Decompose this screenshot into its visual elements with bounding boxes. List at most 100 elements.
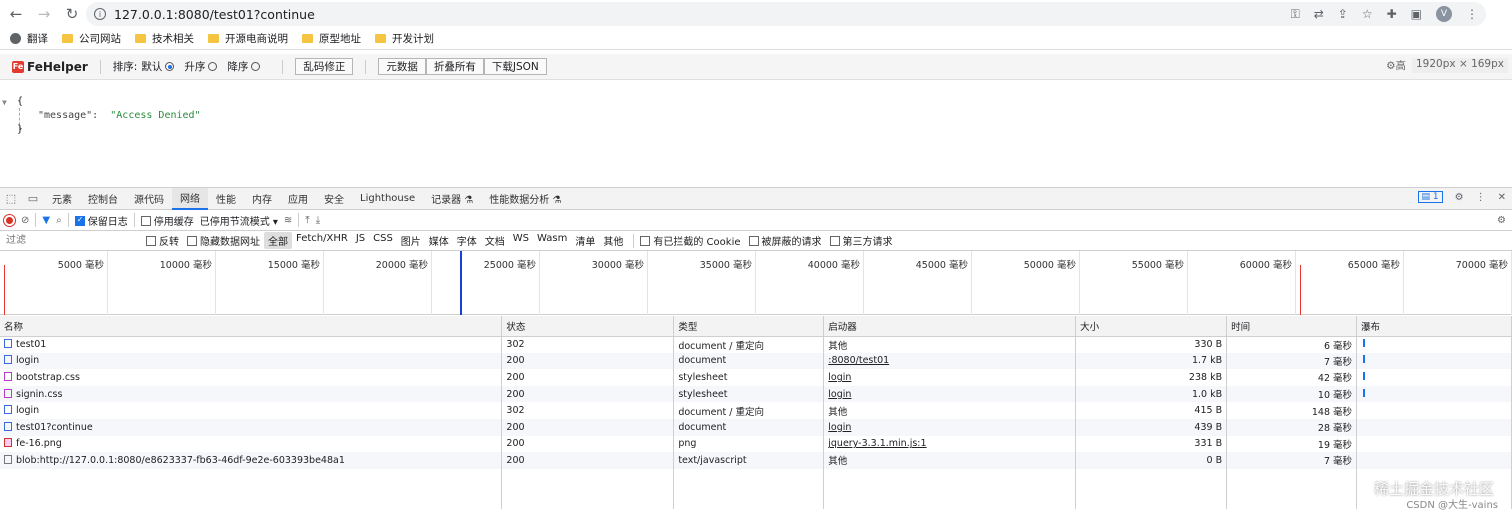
filter-type[interactable]: WS bbox=[509, 232, 533, 249]
blocked-cookies-checkbox[interactable]: 有已拦截的 Cookie bbox=[640, 233, 741, 248]
table-row[interactable]: test01 302 document / 重定向 其他 330 B 6 毫秒 bbox=[0, 336, 1512, 353]
star-icon[interactable]: ☆ bbox=[1362, 7, 1373, 21]
devtools-tab[interactable]: 应用 bbox=[280, 188, 316, 210]
settings-icon[interactable]: ⚙ bbox=[1455, 192, 1464, 203]
issues-badge[interactable]: ▤ 1 bbox=[1417, 191, 1443, 203]
network-overview[interactable]: 5000 毫秒 10000 毫秒 15000 毫秒 20000 毫秒 25000 毫秒 3… bbox=[0, 251, 1512, 315]
filter-type[interactable]: JS bbox=[352, 232, 369, 249]
sort-default[interactable]: 默认 bbox=[141, 59, 162, 74]
sort-asc-radio[interactable] bbox=[208, 62, 218, 71]
devtools-tab[interactable]: 安全 bbox=[316, 188, 352, 210]
collapse-triangle-icon[interactable]: ▼ bbox=[2, 98, 7, 107]
more-icon[interactable]: ⋮ bbox=[1476, 192, 1486, 203]
address-bar[interactable]: i 127.0.0.1:8080/test01?continue ⚿ ⇄ ⇪ ☆… bbox=[86, 2, 1486, 26]
request-initiator[interactable]: :8080/test01 bbox=[828, 355, 889, 366]
request-initiator[interactable]: login bbox=[828, 372, 851, 383]
bookmark-folder[interactable]: 开发计划 bbox=[375, 31, 434, 46]
devtools-tab[interactable]: 内存 bbox=[244, 188, 280, 210]
sort-desc-radio[interactable] bbox=[251, 62, 261, 71]
sidepanel-icon[interactable]: ▣ bbox=[1411, 7, 1422, 21]
filter-type[interactable]: Wasm bbox=[533, 232, 571, 249]
menu-icon[interactable]: ⋮ bbox=[1466, 7, 1478, 21]
import-har-icon[interactable]: ⤒ bbox=[305, 215, 309, 226]
filter-type[interactable]: 清单 bbox=[571, 232, 599, 249]
devtools-tab[interactable]: 源代码 bbox=[126, 188, 172, 210]
devtools-tab[interactable]: 记录器 ⚗ bbox=[423, 188, 481, 210]
column-header[interactable]: 瀑布 bbox=[1356, 316, 1512, 337]
filter-type[interactable]: Fetch/XHR bbox=[292, 232, 352, 249]
search-icon[interactable]: ⌕ bbox=[56, 215, 62, 226]
avatar[interactable]: V bbox=[1436, 6, 1452, 22]
bookmark-folder[interactable]: 公司网站 bbox=[62, 31, 121, 46]
bookmark-folder[interactable]: 原型地址 bbox=[302, 31, 361, 46]
device-toolbar-icon[interactable]: ▭ bbox=[22, 192, 44, 205]
reload-icon[interactable]: ↻ bbox=[60, 2, 84, 26]
network-settings-icon[interactable]: ⚙ bbox=[1497, 215, 1506, 226]
devtools-tab[interactable]: 控制台 bbox=[80, 188, 126, 210]
column-header[interactable]: 状态 bbox=[501, 316, 675, 337]
inspect-icon[interactable]: ⬚ bbox=[0, 192, 22, 205]
key-icon[interactable]: ⚿ bbox=[1291, 7, 1300, 22]
filter-type[interactable]: 媒体 bbox=[425, 232, 453, 249]
column-header[interactable]: 启动器 bbox=[823, 316, 1077, 337]
sort-asc[interactable]: 升序 bbox=[184, 59, 205, 74]
column-header[interactable]: 时间 bbox=[1226, 316, 1358, 337]
filter-type[interactable]: 文档 bbox=[481, 232, 509, 249]
hide-data-urls-checkbox[interactable]: 隐藏数据网址 bbox=[187, 233, 260, 248]
metadata-button[interactable]: 元数据 bbox=[378, 58, 426, 75]
filter-type[interactable]: 全部 bbox=[264, 232, 292, 249]
back-icon[interactable]: ← bbox=[4, 2, 28, 26]
request-initiator[interactable]: login bbox=[828, 422, 851, 433]
column-header[interactable]: 大小 bbox=[1075, 316, 1228, 337]
devtools-tab[interactable]: 网络 bbox=[172, 187, 208, 210]
fix-encoding-button[interactable]: 乱码修正 bbox=[295, 58, 354, 75]
request-type: document / 重定向 bbox=[678, 340, 764, 352]
export-har-icon[interactable]: ⤓ bbox=[316, 215, 320, 226]
column-header[interactable]: 名称 bbox=[0, 316, 503, 337]
devtools-tab[interactable]: 性能数据分析 ⚗ bbox=[481, 188, 569, 210]
table-row[interactable]: login 200 document:8080/test01 1.7 kB 7 毫秒 bbox=[0, 352, 1512, 370]
filter-type[interactable]: 图片 bbox=[397, 232, 425, 249]
preserve-log-checkbox[interactable]: 保留日志 bbox=[74, 213, 128, 228]
invert-checkbox[interactable]: 反转 bbox=[146, 233, 179, 248]
filter-type[interactable]: CSS bbox=[369, 232, 397, 249]
devtools-tab[interactable]: 性能 bbox=[208, 188, 244, 210]
filter-type[interactable]: 字体 bbox=[453, 232, 481, 249]
table-row[interactable]: test01?continue 200 document login 439 B 28 毫… bbox=[0, 418, 1512, 436]
share-icon[interactable]: ⇪ bbox=[1338, 7, 1348, 21]
table-row[interactable]: login 302 document / 重定向 其他 415 B 148 毫秒 bbox=[0, 402, 1512, 419]
site-info-icon[interactable]: i bbox=[94, 8, 106, 20]
sort-desc[interactable]: 降序 bbox=[227, 59, 248, 74]
filter-icon[interactable]: ▼ bbox=[42, 215, 50, 226]
sort-default-radio[interactable] bbox=[165, 62, 175, 71]
bookmark-translate[interactable]: 翻译 bbox=[10, 31, 48, 46]
throttle-select[interactable]: 已停用节流模式 ▾ bbox=[200, 213, 278, 228]
network-conditions-icon[interactable]: ≋ bbox=[284, 215, 292, 226]
table-row[interactable]: fe-16.png 200 png jquery-3.3.1.min.js:1 331 … bbox=[0, 435, 1512, 453]
collapse-all-button[interactable]: 折叠所有 bbox=[425, 58, 484, 75]
download-json-button[interactable]: 下载JSON bbox=[483, 58, 547, 75]
settings-icon[interactable]: ⚙高 bbox=[1386, 58, 1406, 73]
third-party-checkbox[interactable]: 第三方请求 bbox=[829, 233, 893, 248]
filter-input[interactable] bbox=[4, 232, 138, 249]
table-row[interactable]: blob:http://127.0.0.1:8080/e8623337-fb63… bbox=[0, 452, 1512, 469]
bookmark-folder[interactable]: 技术相关 bbox=[135, 31, 194, 46]
close-icon[interactable]: ✕ bbox=[1498, 192, 1506, 203]
request-initiator[interactable]: jquery-3.3.1.min.js:1 bbox=[828, 438, 926, 449]
clear-icon[interactable]: ⊘ bbox=[21, 215, 29, 226]
extensions-icon[interactable]: ✚ bbox=[1387, 7, 1397, 21]
table-row[interactable]: bootstrap.css 200 stylesheet login 238 kB 42 … bbox=[0, 369, 1512, 386]
forward-icon[interactable]: → bbox=[32, 2, 56, 26]
column-header[interactable]: 类型 bbox=[673, 316, 825, 337]
filter-type[interactable]: 其他 bbox=[599, 232, 627, 249]
blocked-requests-checkbox[interactable]: 被屏蔽的请求 bbox=[748, 233, 822, 248]
bookmark-folder[interactable]: 开源电商说明 bbox=[208, 31, 288, 46]
disable-cache-checkbox[interactable]: 停用缓存 bbox=[140, 213, 194, 228]
table-row[interactable]: signin.css 200 stylesheet login 1.0 kB 10 毫秒 bbox=[0, 385, 1512, 403]
timeline-label: 55000 毫秒 bbox=[1131, 260, 1184, 271]
record-icon[interactable] bbox=[4, 214, 15, 226]
devtools-tab[interactable]: 元素 bbox=[44, 188, 80, 210]
devtools-tab[interactable]: Lighthouse bbox=[352, 188, 423, 210]
request-initiator[interactable]: login bbox=[828, 389, 851, 400]
translate-icon[interactable]: ⇄ bbox=[1314, 7, 1324, 21]
